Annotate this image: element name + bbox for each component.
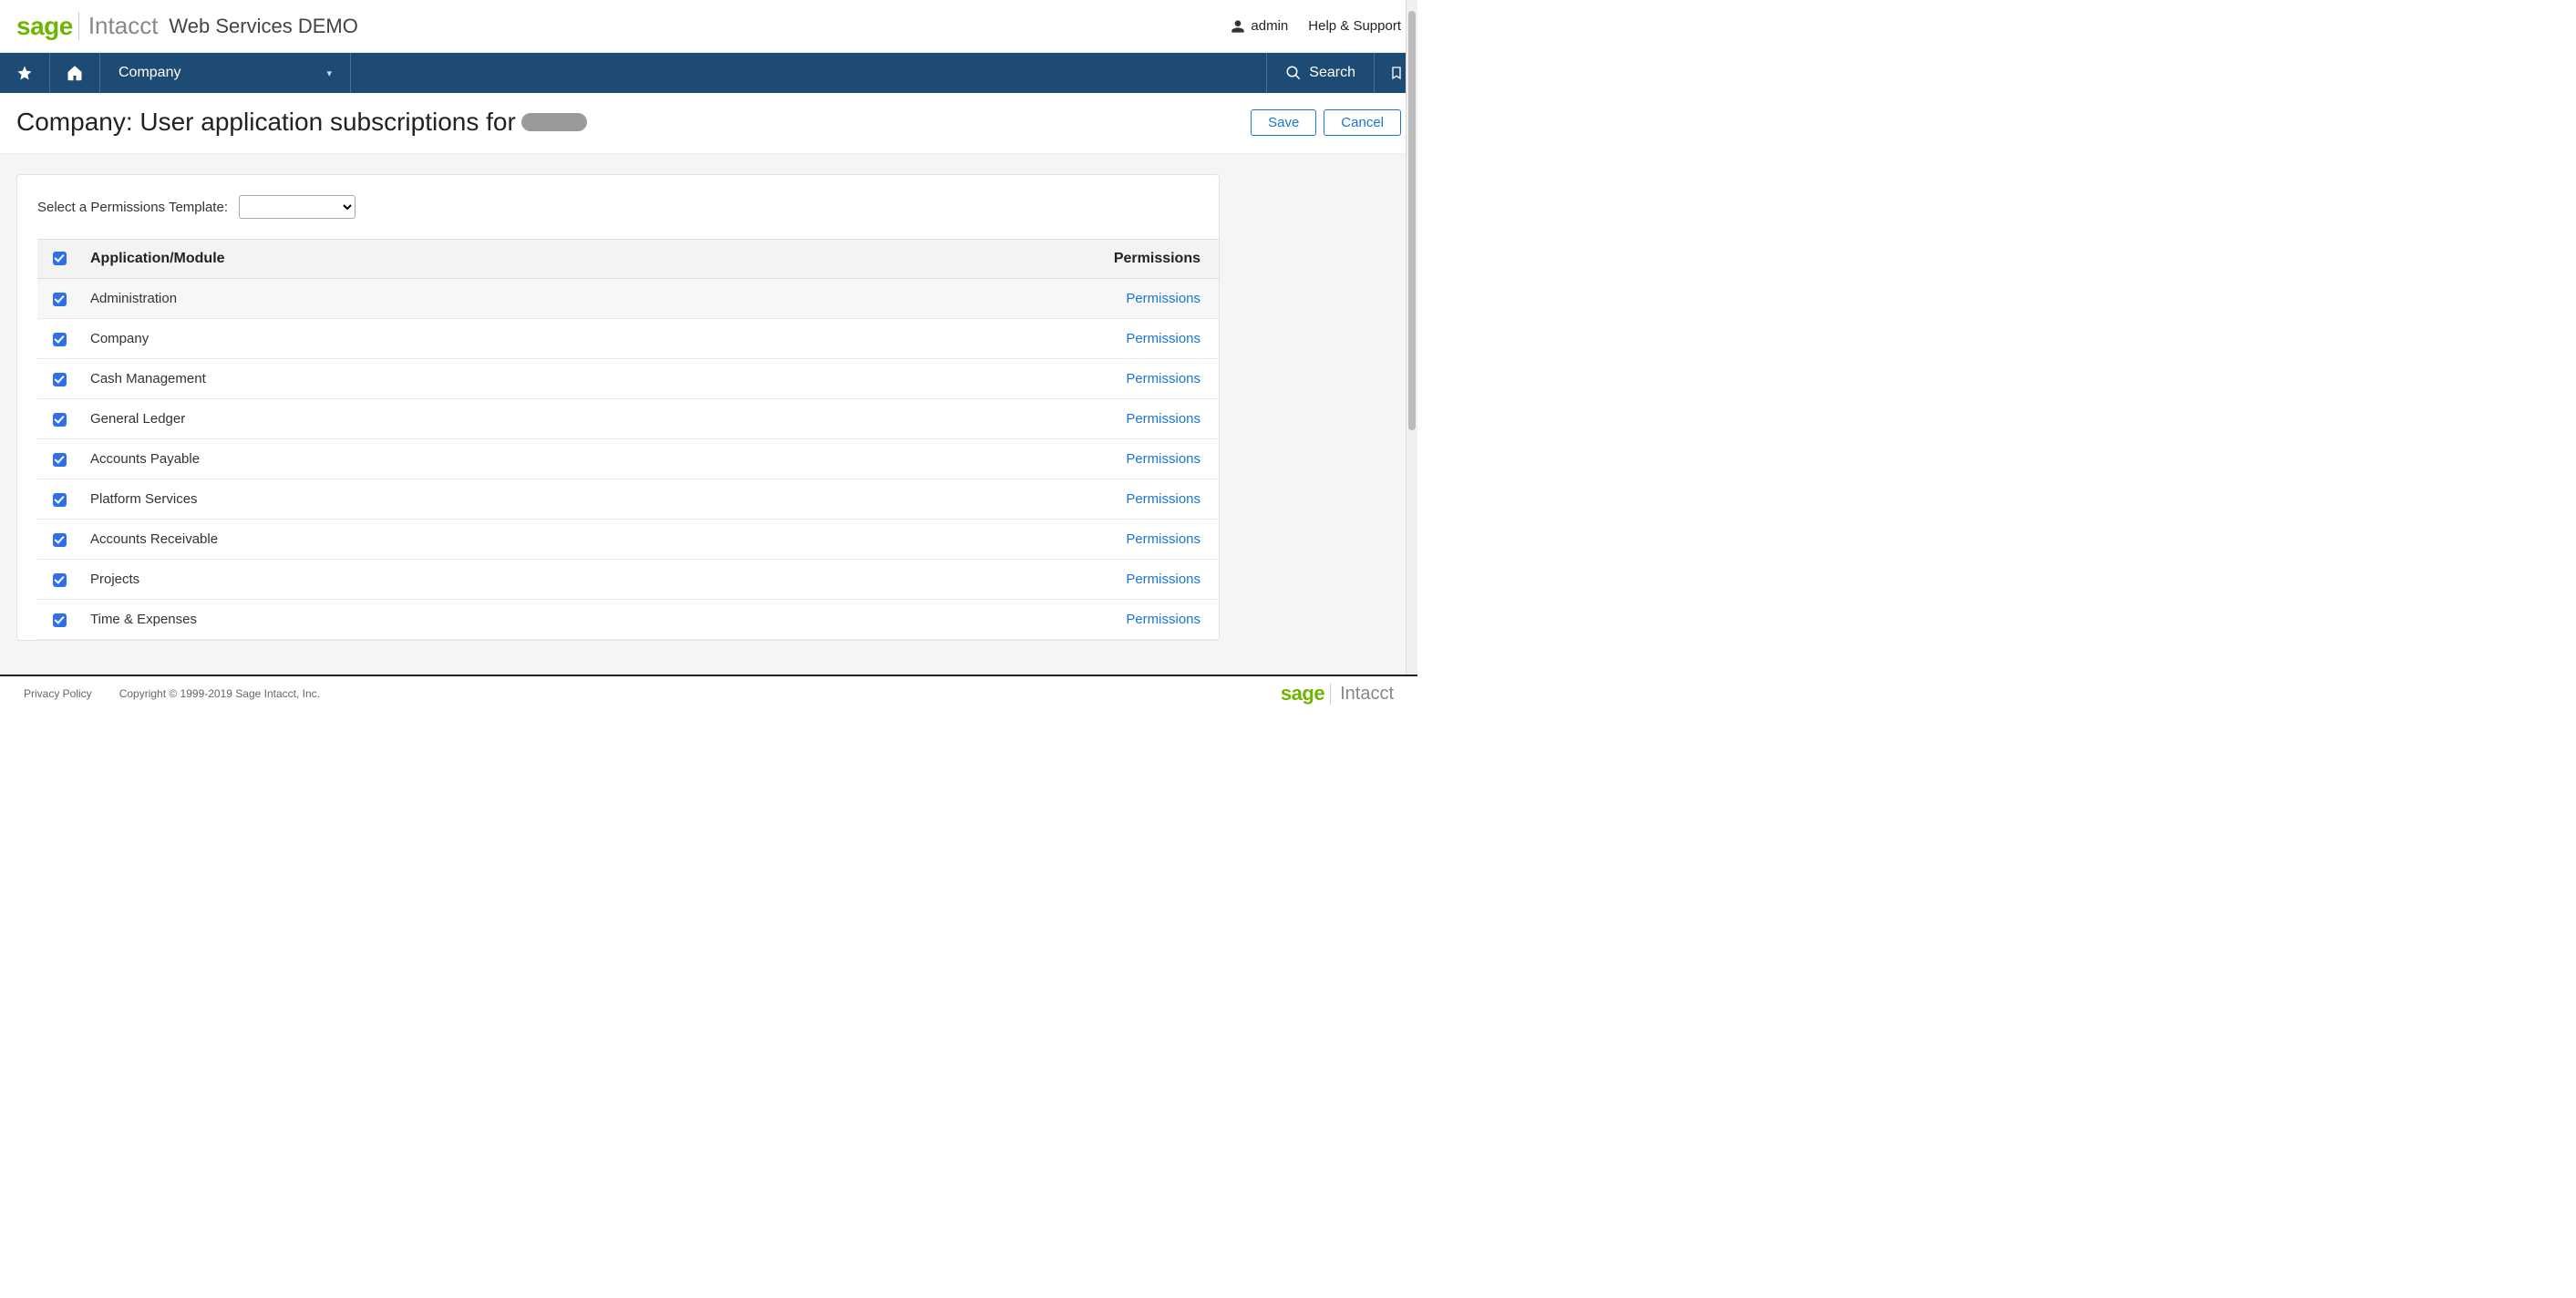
table-row: Cash Management Permissions bbox=[37, 359, 1219, 399]
select-all-checkbox[interactable] bbox=[53, 252, 67, 265]
row-permissions-cell: Permissions bbox=[1082, 359, 1219, 399]
permissions-link[interactable]: Permissions bbox=[1126, 531, 1200, 547]
template-select[interactable] bbox=[239, 195, 355, 219]
page-title: Company: User application subscriptions … bbox=[16, 108, 587, 137]
top-header: sage Intacct Web Services DEMO admin Hel… bbox=[0, 0, 1417, 53]
home-icon bbox=[67, 65, 83, 81]
search-button[interactable]: Search bbox=[1266, 53, 1374, 93]
row-module-name: Cash Management bbox=[81, 359, 1082, 399]
row-checkbox-cell bbox=[37, 279, 81, 319]
row-checkbox[interactable] bbox=[53, 413, 67, 427]
row-permissions-cell: Permissions bbox=[1082, 279, 1219, 319]
bookmark-icon bbox=[1389, 65, 1404, 81]
scrollbar[interactable] bbox=[1406, 0, 1417, 675]
row-checkbox[interactable] bbox=[53, 613, 67, 627]
chevron-down-icon: ▾ bbox=[326, 67, 332, 79]
logo-intacct: Intacct bbox=[78, 12, 159, 40]
page-title-text: Company: User application subscriptions … bbox=[16, 108, 516, 137]
row-permissions-cell: Permissions bbox=[1082, 600, 1219, 640]
permissions-link[interactable]: Permissions bbox=[1126, 451, 1200, 467]
user-menu[interactable]: admin bbox=[1231, 18, 1288, 34]
redacted-username bbox=[521, 113, 587, 131]
app-title: Web Services DEMO bbox=[169, 15, 357, 38]
permissions-link[interactable]: Permissions bbox=[1126, 371, 1200, 386]
nav-bar: Company ▾ Search bbox=[0, 53, 1417, 93]
table-row: Accounts Payable Permissions bbox=[37, 439, 1219, 479]
save-button[interactable]: Save bbox=[1251, 109, 1316, 136]
footer: Privacy Policy Copyright © 1999-2019 Sag… bbox=[0, 675, 1417, 711]
row-permissions-cell: Permissions bbox=[1082, 560, 1219, 600]
table-row: Projects Permissions bbox=[37, 560, 1219, 600]
row-module-name: Time & Expenses bbox=[81, 600, 1082, 640]
permissions-link[interactable]: Permissions bbox=[1126, 291, 1200, 306]
page-header: Company: User application subscriptions … bbox=[0, 93, 1417, 154]
star-icon bbox=[16, 65, 33, 81]
row-permissions-cell: Permissions bbox=[1082, 319, 1219, 359]
row-module-name: Accounts Receivable bbox=[81, 520, 1082, 560]
row-module-name: Accounts Payable bbox=[81, 439, 1082, 479]
row-module-name: Projects bbox=[81, 560, 1082, 600]
user-icon bbox=[1231, 19, 1245, 34]
col-header-module: Application/Module bbox=[81, 240, 1082, 279]
row-checkbox[interactable] bbox=[53, 493, 67, 507]
permissions-link[interactable]: Permissions bbox=[1126, 572, 1200, 587]
table-row: General Ledger Permissions bbox=[37, 399, 1219, 439]
permissions-link[interactable]: Permissions bbox=[1126, 612, 1200, 627]
module-dropdown[interactable]: Company ▾ bbox=[100, 53, 351, 93]
row-module-name: General Ledger bbox=[81, 399, 1082, 439]
template-label: Select a Permissions Template: bbox=[37, 200, 228, 215]
permissions-link[interactable]: Permissions bbox=[1126, 491, 1200, 507]
scrollbar-thumb[interactable] bbox=[1408, 11, 1416, 430]
row-checkbox[interactable] bbox=[53, 373, 67, 386]
row-checkbox[interactable] bbox=[53, 453, 67, 467]
row-permissions-cell: Permissions bbox=[1082, 399, 1219, 439]
module-dropdown-label: Company bbox=[118, 65, 180, 81]
home-button[interactable] bbox=[50, 53, 100, 93]
row-checkbox-cell bbox=[37, 439, 81, 479]
subscriptions-panel: Select a Permissions Template: Applicati… bbox=[16, 174, 1220, 641]
col-header-checkbox bbox=[37, 240, 81, 279]
table-row: Company Permissions bbox=[37, 319, 1219, 359]
content-area: Select a Permissions Template: Applicati… bbox=[0, 154, 1417, 711]
row-checkbox-cell bbox=[37, 399, 81, 439]
row-module-name: Administration bbox=[81, 279, 1082, 319]
row-checkbox-cell bbox=[37, 319, 81, 359]
favorites-button[interactable] bbox=[0, 53, 50, 93]
table-row: Administration Permissions bbox=[37, 279, 1219, 319]
row-checkbox[interactable] bbox=[53, 333, 67, 346]
col-header-permissions: Permissions bbox=[1082, 240, 1219, 279]
footer-logo-intacct: Intacct bbox=[1330, 684, 1394, 705]
row-checkbox-cell bbox=[37, 560, 81, 600]
permissions-link[interactable]: Permissions bbox=[1126, 331, 1200, 346]
cancel-button[interactable]: Cancel bbox=[1324, 109, 1401, 136]
copyright-text: Copyright © 1999-2019 Sage Intacct, Inc. bbox=[119, 687, 320, 700]
footer-logo-sage: sage bbox=[1281, 682, 1324, 706]
row-checkbox-cell bbox=[37, 520, 81, 560]
search-label: Search bbox=[1309, 65, 1355, 81]
row-checkbox-cell bbox=[37, 479, 81, 520]
row-checkbox-cell bbox=[37, 359, 81, 399]
row-checkbox[interactable] bbox=[53, 293, 67, 306]
table-row: Platform Services Permissions bbox=[37, 479, 1219, 520]
row-permissions-cell: Permissions bbox=[1082, 479, 1219, 520]
table-row: Time & Expenses Permissions bbox=[37, 600, 1219, 640]
subscriptions-table: Application/Module Permissions Administr… bbox=[37, 239, 1219, 640]
privacy-link[interactable]: Privacy Policy bbox=[24, 687, 92, 700]
row-checkbox-cell bbox=[37, 600, 81, 640]
search-icon bbox=[1285, 65, 1302, 81]
help-label: Help & Support bbox=[1308, 18, 1401, 34]
row-module-name: Platform Services bbox=[81, 479, 1082, 520]
row-permissions-cell: Permissions bbox=[1082, 439, 1219, 479]
permissions-link[interactable]: Permissions bbox=[1126, 411, 1200, 427]
row-checkbox[interactable] bbox=[53, 573, 67, 587]
row-checkbox[interactable] bbox=[53, 533, 67, 547]
row-module-name: Company bbox=[81, 319, 1082, 359]
user-label: admin bbox=[1251, 18, 1288, 34]
help-link[interactable]: Help & Support bbox=[1308, 18, 1401, 34]
row-permissions-cell: Permissions bbox=[1082, 520, 1219, 560]
table-row: Accounts Receivable Permissions bbox=[37, 520, 1219, 560]
logo-sage: sage bbox=[16, 12, 73, 41]
